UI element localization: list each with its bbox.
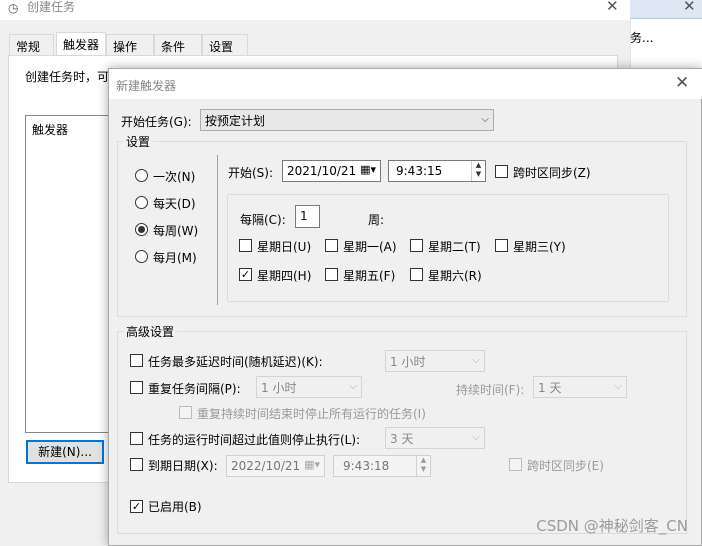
stop-longer-checkbox[interactable]: [130, 432, 143, 445]
friday-checkbox[interactable]: [325, 268, 338, 281]
friday-label[interactable]: 星期五(F): [343, 267, 395, 284]
triggers-list-header[interactable]: 触发器: [32, 121, 68, 138]
radio-weekly-label[interactable]: 每周(W): [153, 222, 198, 239]
time-spinner[interactable]: ▲ ▼: [416, 456, 430, 476]
stop-running-label[interactable]: 重复持续时间结束时停止所有运行的任务(I): [197, 405, 426, 422]
duration-select[interactable]: 1 天 ⌵: [533, 376, 627, 398]
wednesday-checkbox[interactable]: [495, 239, 508, 252]
enabled-label[interactable]: 已启用(B): [148, 498, 202, 515]
week-unit-label: 周:: [368, 213, 385, 227]
expire-time-value: 9:43:18: [343, 459, 390, 473]
monday-checkbox[interactable]: [325, 239, 338, 252]
expire-checkbox[interactable]: [130, 458, 143, 471]
dialog-titlebar: [109, 69, 702, 99]
close-icon[interactable]: ✕: [606, 0, 619, 15]
repeat-value: 1 小时: [261, 381, 297, 395]
chevron-down-icon: ⌵: [349, 381, 357, 392]
tab-triggers[interactable]: 触发器: [56, 32, 106, 56]
expire-date-picker[interactable]: 2022/10/21 ▦▾: [226, 455, 325, 477]
calendar-icon[interactable]: ▦▾: [360, 163, 376, 176]
expire-sync-label[interactable]: 跨时区同步(E): [527, 457, 604, 474]
advanced-group-title: 高级设置: [123, 323, 178, 340]
sunday-checkbox[interactable]: [239, 239, 252, 252]
stop-longer-value: 3 天: [390, 432, 414, 446]
duration-label: 持续时间(F):: [456, 383, 525, 397]
tab-actions[interactable]: 操作: [106, 34, 154, 55]
expire-sync-checkbox[interactable]: [509, 458, 522, 471]
new-trigger-button[interactable]: 新建(N)...: [26, 440, 104, 464]
settings-group-title: 设置: [123, 133, 154, 150]
start-label: 开始(S):: [228, 166, 274, 180]
thursday-checkbox[interactable]: ✓: [239, 268, 252, 281]
begin-task-label: 开始任务(G):: [121, 115, 192, 129]
triggers-description: 创建任务时，可: [25, 70, 110, 84]
tuesday-checkbox[interactable]: [410, 239, 423, 252]
thursday-label[interactable]: 星期四(H): [257, 267, 311, 284]
radio-daily[interactable]: [135, 196, 148, 209]
wednesday-label[interactable]: 星期三(Y): [513, 238, 566, 255]
create-task-titlebar: [0, 0, 630, 20]
chevron-down-icon: ⌵: [481, 114, 489, 125]
radio-monthly[interactable]: [135, 250, 148, 263]
expire-label[interactable]: 到期日期(X):: [148, 457, 218, 474]
radio-once-label[interactable]: 一次(N): [153, 168, 195, 185]
calendar-icon[interactable]: ▦▾: [304, 458, 320, 471]
right-pane-item[interactable]: 务...: [630, 29, 653, 46]
tab-general[interactable]: 常规: [9, 34, 54, 55]
stop-longer-select[interactable]: 3 天 ⌵: [385, 427, 485, 449]
duration-value: 1 天: [538, 381, 562, 395]
tab-settings[interactable]: 设置: [202, 34, 248, 55]
begin-task-value: 按预定计划: [205, 114, 266, 128]
dialog-title: 新建触发器: [116, 79, 177, 93]
radio-daily-label[interactable]: 每天(D): [153, 195, 196, 212]
tuesday-label[interactable]: 星期二(T): [428, 238, 481, 255]
recur-input[interactable]: 1: [295, 205, 320, 228]
radio-weekly[interactable]: [135, 223, 148, 236]
chevron-down-icon: ⌵: [472, 355, 480, 366]
create-task-title: 创建任务: [27, 0, 76, 14]
saturday-checkbox[interactable]: [410, 268, 423, 281]
start-time-input[interactable]: 9:43:15 ▲ ▼: [388, 160, 486, 182]
radio-once[interactable]: [135, 169, 148, 182]
tab-conditions[interactable]: 条件: [154, 34, 202, 55]
radio-monthly-label[interactable]: 每月(M): [153, 249, 197, 266]
expire-date-value: 2022/10/21: [231, 459, 301, 473]
repeat-label[interactable]: 重复任务间隔(P):: [148, 380, 241, 397]
delay-value: 1 小时: [390, 355, 426, 369]
settings-divider: [217, 155, 218, 305]
sunday-label[interactable]: 星期日(U): [257, 238, 311, 255]
sync-timezone-checkbox[interactable]: [495, 165, 508, 178]
delay-checkbox[interactable]: [130, 354, 143, 367]
start-date-picker[interactable]: 2021/10/21 ▦▾: [282, 160, 381, 182]
monday-label[interactable]: 星期一(A): [343, 238, 397, 255]
time-spinner[interactable]: ▲ ▼: [471, 161, 485, 181]
repeat-checkbox[interactable]: [130, 381, 143, 394]
close-icon[interactable]: ✕: [683, 0, 696, 15]
recur-label: 每隔(C):: [240, 213, 286, 227]
sync-timezone-label[interactable]: 跨时区同步(Z): [513, 164, 591, 181]
stop-longer-label[interactable]: 任务的运行时间超过此值则停止执行(L):: [148, 431, 360, 448]
delay-label[interactable]: 任务最多延迟时间(随机延迟)(K):: [148, 353, 323, 370]
clock-icon: ◷: [8, 1, 19, 15]
repeat-select[interactable]: 1 小时 ⌵: [256, 376, 362, 398]
enabled-checkbox[interactable]: ✓: [130, 500, 143, 513]
close-icon[interactable]: ✕: [675, 73, 689, 93]
chevron-down-icon: ⌵: [472, 432, 480, 443]
stop-running-checkbox[interactable]: [179, 406, 192, 419]
delay-select[interactable]: 1 小时 ⌵: [385, 350, 485, 372]
triggers-list[interactable]: [25, 115, 115, 433]
chevron-down-icon: ⌵: [614, 381, 622, 392]
watermark: CSDN @神秘剑客_CN: [536, 517, 688, 535]
begin-task-select[interactable]: 按预定计划 ⌵: [200, 109, 494, 131]
saturday-label[interactable]: 星期六(R): [428, 267, 482, 284]
start-time-value: 9:43:15: [396, 164, 443, 178]
start-date-value: 2021/10/21: [287, 164, 357, 178]
expire-time-input[interactable]: 9:43:18 ▲ ▼: [333, 455, 431, 477]
